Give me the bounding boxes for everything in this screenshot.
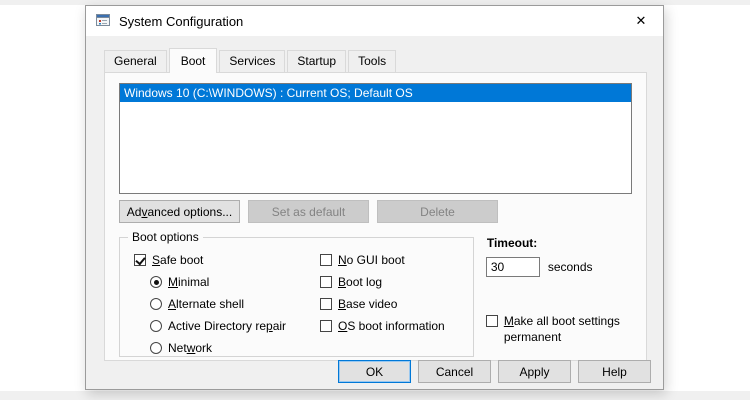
radio-network[interactable]: Network [150,341,320,355]
tab-tools[interactable]: Tools [348,50,396,72]
boot-entry-actions: Advanced options... Set as default Delet… [119,200,632,223]
checkbox-icon [486,315,498,327]
safe-boot-label: Safe boot [152,253,203,267]
radio-active-directory-repair[interactable]: Active Directory repair [150,319,320,333]
tab-startup[interactable]: Startup [287,50,346,72]
dialog-footer: OK Cancel Apply Help [338,360,651,383]
base-video-checkbox[interactable]: Base video [320,297,465,311]
no-gui-boot-label: No GUI boot [338,253,405,267]
close-button[interactable]: ✕ [619,6,663,36]
radio-active-directory-repair-label: Active Directory repair [168,319,286,333]
tab-boot[interactable]: Boot [169,48,218,73]
cancel-button[interactable]: Cancel [418,360,491,383]
boot-options-group: Boot options Safe boot Minimal [119,237,474,357]
checkbox-icon [134,254,146,266]
checkbox-icon [320,254,332,266]
timeout-label: Timeout: [487,236,632,250]
radio-alternate-shell-label: Alternate shell [168,297,244,311]
safe-boot-checkbox[interactable]: Safe boot [134,253,320,267]
help-button[interactable]: Help [578,360,651,383]
checkbox-icon [320,298,332,310]
make-permanent-label: Make all boot settings permanent [504,314,622,345]
timeout-input[interactable] [486,257,540,277]
os-boot-information-checkbox[interactable]: OS boot information [320,319,465,333]
boot-tab-panel: Windows 10 (C:\WINDOWS) : Current OS; De… [104,72,647,361]
title-bar[interactable]: System Configuration ✕ [86,6,663,36]
delete-button: Delete [377,200,498,223]
tab-bar: General Boot Services Startup Tools [104,48,663,72]
radio-minimal[interactable]: Minimal [150,275,320,289]
radio-icon [150,276,162,288]
no-gui-boot-checkbox[interactable]: No GUI boot [320,253,465,267]
dialog-title: System Configuration [119,14,243,29]
msconfig-app-icon [95,12,111,31]
timeout-unit-label: seconds [548,260,593,274]
radio-icon [150,320,162,332]
set-as-default-button: Set as default [248,200,369,223]
page-background-bottom [0,391,750,400]
make-permanent-checkbox[interactable]: Make all boot settings permanent [486,314,632,345]
base-video-label: Base video [338,297,397,311]
tab-services[interactable]: Services [219,50,285,72]
radio-icon [150,298,162,310]
advanced-options-button[interactable]: Advanced options... [119,200,240,223]
apply-button[interactable]: Apply [498,360,571,383]
timeout-section: Timeout: seconds Make all boot settings … [486,237,632,345]
tab-general[interactable]: General [104,50,167,72]
safe-boot-mode-radios: Minimal Alternate shell Active Directory… [150,275,320,355]
ok-button[interactable]: OK [338,360,411,383]
boot-log-label: Boot log [338,275,382,289]
os-boot-information-label: OS boot information [338,319,445,333]
checkbox-icon [320,320,332,332]
radio-icon [150,342,162,354]
boot-entry-item[interactable]: Windows 10 (C:\WINDOWS) : Current OS; De… [120,84,631,102]
radio-alternate-shell[interactable]: Alternate shell [150,297,320,311]
boot-options-group-label: Boot options [128,230,203,244]
radio-minimal-label: Minimal [168,275,209,289]
boot-options-row: Boot options Safe boot Minimal [119,237,632,357]
system-configuration-dialog: System Configuration ✕ General Boot Serv… [85,5,664,390]
boot-log-checkbox[interactable]: Boot log [320,275,465,289]
boot-entries-listbox[interactable]: Windows 10 (C:\WINDOWS) : Current OS; De… [119,83,632,194]
radio-network-label: Network [168,341,212,355]
checkbox-icon [320,276,332,288]
